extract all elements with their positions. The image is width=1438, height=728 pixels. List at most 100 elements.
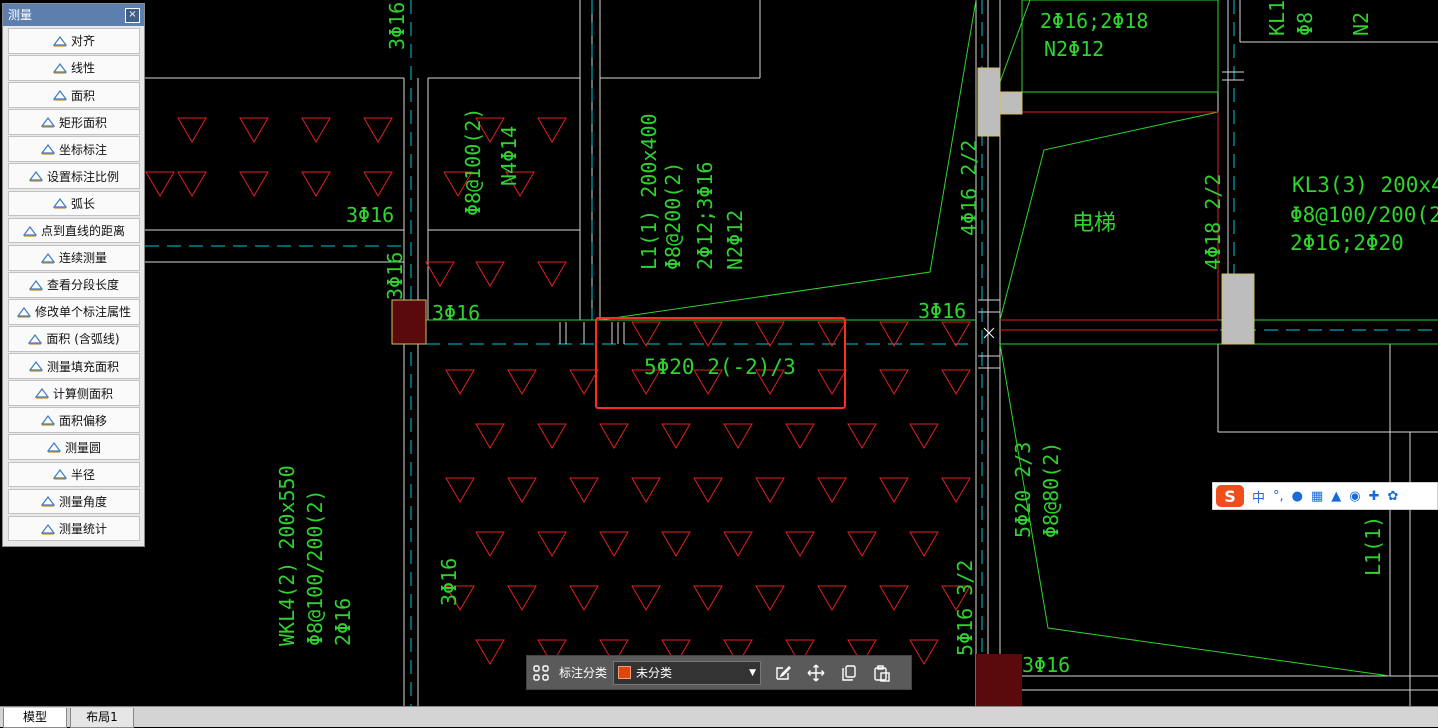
measure-item[interactable]: 测量统计 (8, 515, 140, 542)
measure-item[interactable]: 矩形面积 (8, 109, 140, 136)
measure-item-label: 坐标标注 (58, 142, 107, 157)
measure-item-label: 连续测量 (58, 251, 107, 266)
measure-item[interactable]: 面积 (含弧线) (8, 326, 140, 352)
measure-tool-list: 对齐线性面积矩形面积坐标标注设置标注比例 弧长点到直线的距离 连续测量查看分段长度修… (8, 28, 140, 542)
measure-panel-titlebar[interactable]: 测量 × (3, 4, 144, 26)
measure-item-label: 设置标注比例 (46, 169, 119, 184)
annotation-category-select[interactable]: 未分类 ▼ (613, 660, 762, 685)
rebar-label: 3Φ16 (437, 558, 461, 606)
measure-item[interactable]: 测量圆 (8, 434, 140, 461)
punctuation-icon[interactable]: °, (1273, 489, 1284, 504)
rebar-label: N2Φ12 (723, 210, 747, 270)
measure-item-label: 线性 (70, 61, 95, 76)
measure-item[interactable]: 面积 (8, 82, 140, 108)
cad-drawing-canvas[interactable]: 3Φ16 3Φ16 3Φ16 3Φ16 3Φ16 3Φ16 3Φ16 Φ8@10… (0, 0, 1438, 706)
copy-icon[interactable] (835, 659, 863, 687)
rebar-label: 3Φ16 (1022, 653, 1070, 677)
measure-item-label: 矩形面积 (58, 115, 107, 130)
point-line-distance-icon (22, 225, 38, 237)
rebar-label: Φ8@200(2) (661, 162, 685, 270)
measure-item[interactable]: 测量角度 (8, 488, 140, 515)
ime-logo-icon[interactable]: S (1216, 485, 1244, 507)
keyboard-icon[interactable]: ▦ (1311, 489, 1323, 504)
measure-item[interactable]: 点到直线的距离 (8, 217, 140, 244)
coordinate-icon (40, 143, 56, 155)
rebar-label: 4Φ18 2/2 (1201, 174, 1225, 270)
segment-length-icon (28, 279, 44, 291)
rebar-label: Φ8@100(2) (461, 108, 485, 216)
measure-item[interactable]: 测量填充面积 (8, 353, 140, 379)
measure-item[interactable]: 半径 (8, 461, 140, 488)
tab-layout1[interactable]: 布局1 (70, 708, 134, 728)
edit-annotation-icon (16, 306, 32, 318)
measure-item-label: 点到直线的距离 (40, 224, 125, 239)
rebar-label: N2Φ12 (1044, 37, 1104, 61)
measure-item[interactable]: 修改单个标注属性 (8, 298, 140, 325)
paste-icon[interactable] (868, 659, 896, 687)
measure-item-label: 面积偏移 (58, 413, 107, 428)
measure-item-label: 对齐 (70, 34, 95, 49)
measure-item[interactable]: 坐标标注 (8, 136, 140, 163)
measure-item[interactable]: 连续测量 (8, 244, 140, 271)
rebar-label: 4Φ16 2/2 (957, 140, 981, 236)
chevron-down-icon: ▼ (749, 667, 757, 678)
circle-icon (46, 441, 62, 453)
rebar-label: 2Φ16;2Φ18 (1040, 9, 1148, 33)
rebar-label: L1(1) (1361, 516, 1385, 576)
align-measure-icon (52, 35, 68, 47)
rect-area-icon (40, 116, 56, 128)
microphone-icon[interactable]: ● (1292, 489, 1303, 504)
measure-item[interactable]: 弧长 (8, 190, 140, 217)
robot-icon[interactable]: ◉ (1349, 489, 1360, 504)
layout-tab-bar: 模型 布局1 (0, 706, 1438, 728)
measure-item[interactable]: 计算侧面积 (8, 380, 140, 407)
annotation-category-label: 标注分类 (559, 666, 608, 680)
annotation-category-value: 未分类 (636, 666, 673, 680)
move-icon[interactable] (802, 659, 830, 687)
ime-mode-indicator[interactable]: 中 (1252, 487, 1265, 506)
rebar-label: Φ8@80(2) (1039, 442, 1063, 538)
apps-icon[interactable]: ✚ (1369, 489, 1380, 504)
rebar-label: 3Φ16 (385, 2, 409, 50)
rebar-label: L1(1) 200x400 (637, 113, 661, 270)
room-label-elevator: 电梯 (1072, 211, 1116, 236)
rebar-label: KL3(3) 200x45 (1292, 173, 1438, 197)
arc-length-icon (52, 197, 68, 210)
skin-icon[interactable]: ▲ (1331, 489, 1341, 504)
arc-area-icon (28, 333, 43, 345)
rebar-label: 2Φ16;2Φ20 (1290, 231, 1404, 255)
measure-item[interactable]: 线性 (8, 55, 140, 81)
measure-item-label: 面积 (含弧线) (46, 332, 120, 347)
side-area-icon (34, 387, 50, 399)
measure-item[interactable]: 查看分段长度 (8, 271, 140, 298)
measure-item-label: 面积 (70, 88, 95, 103)
grid-menu-icon[interactable] (527, 659, 555, 687)
scale-icon (28, 170, 44, 182)
ime-toolbar[interactable]: S 中 °, ● ▦ ▲ ◉ ✚ ✿ (1212, 482, 1438, 510)
rebar-label-selected: 5Φ20 2(-2)/3 (644, 355, 796, 379)
rebar-label: Φ8@100/200(2 (1290, 203, 1438, 227)
measure-item[interactable]: 对齐 (8, 28, 140, 54)
rebar-label: 3Φ16 (383, 252, 407, 300)
rebar-label: 3Φ16 (432, 301, 480, 325)
edit-icon[interactable] (769, 659, 797, 687)
tab-model[interactable]: 模型 (3, 708, 67, 728)
rebar-label: 5Φ16 3/2 (953, 560, 977, 656)
angle-icon (40, 495, 56, 508)
close-icon[interactable]: × (125, 8, 140, 23)
measure-panel: 测量 × 对齐线性面积矩形面积坐标标注设置标注比例 弧长点到直线的距离 连续测量查看… (2, 3, 145, 547)
continuous-measure-icon (40, 252, 56, 264)
statistics-icon (40, 523, 56, 535)
rebar-label: KL1 (1265, 0, 1289, 36)
measure-item[interactable]: 设置标注比例 (8, 163, 140, 190)
rebar-label: 5Φ20 2/3 (1011, 442, 1035, 538)
rebar-label: WKL4(2) 200x550 (275, 465, 299, 646)
measure-item[interactable]: 面积偏移 (8, 407, 140, 434)
annotation-toolbar: 标注分类 未分类 ▼ (526, 655, 912, 690)
radius-icon (52, 468, 68, 480)
linear-measure-icon (52, 62, 68, 74)
settings-icon[interactable]: ✿ (1388, 489, 1399, 504)
rebar-label: 2Φ16 (331, 598, 355, 646)
measure-item-label: 测量统计 (58, 522, 107, 537)
measure-item-label: 弧长 (70, 196, 95, 211)
